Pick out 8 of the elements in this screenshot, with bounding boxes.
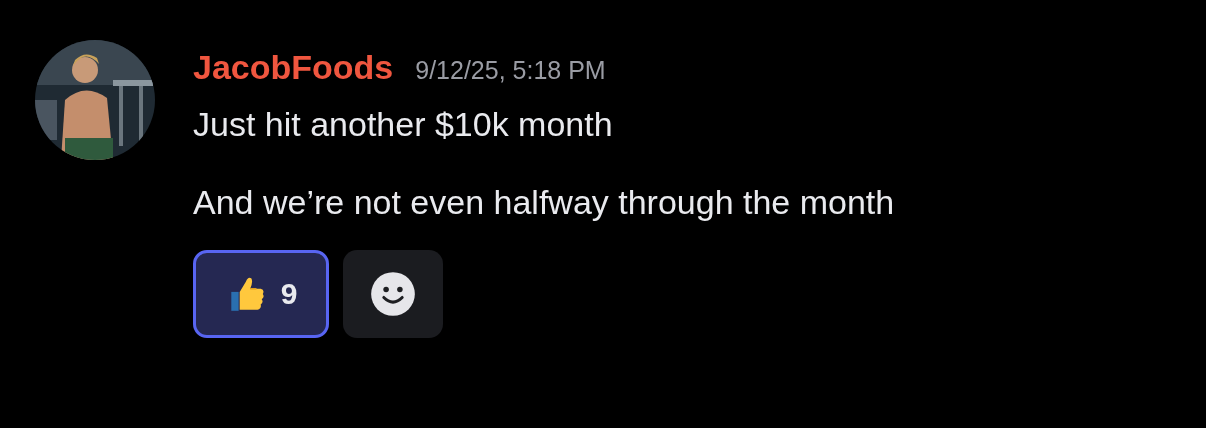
message-text: Just hit another $10k month <box>193 104 614 144</box>
smiley-icon <box>370 271 416 317</box>
message-text: And we’re not even halfway through the month <box>193 182 895 222</box>
username[interactable]: JacobFoods <box>193 48 394 87</box>
reaction-button[interactable]: 9 <box>193 250 329 338</box>
add-reaction-button[interactable] <box>343 250 443 338</box>
timestamp: 9/12/25, 5:18 PM <box>415 56 606 85</box>
reaction-count: 9 <box>280 277 298 311</box>
